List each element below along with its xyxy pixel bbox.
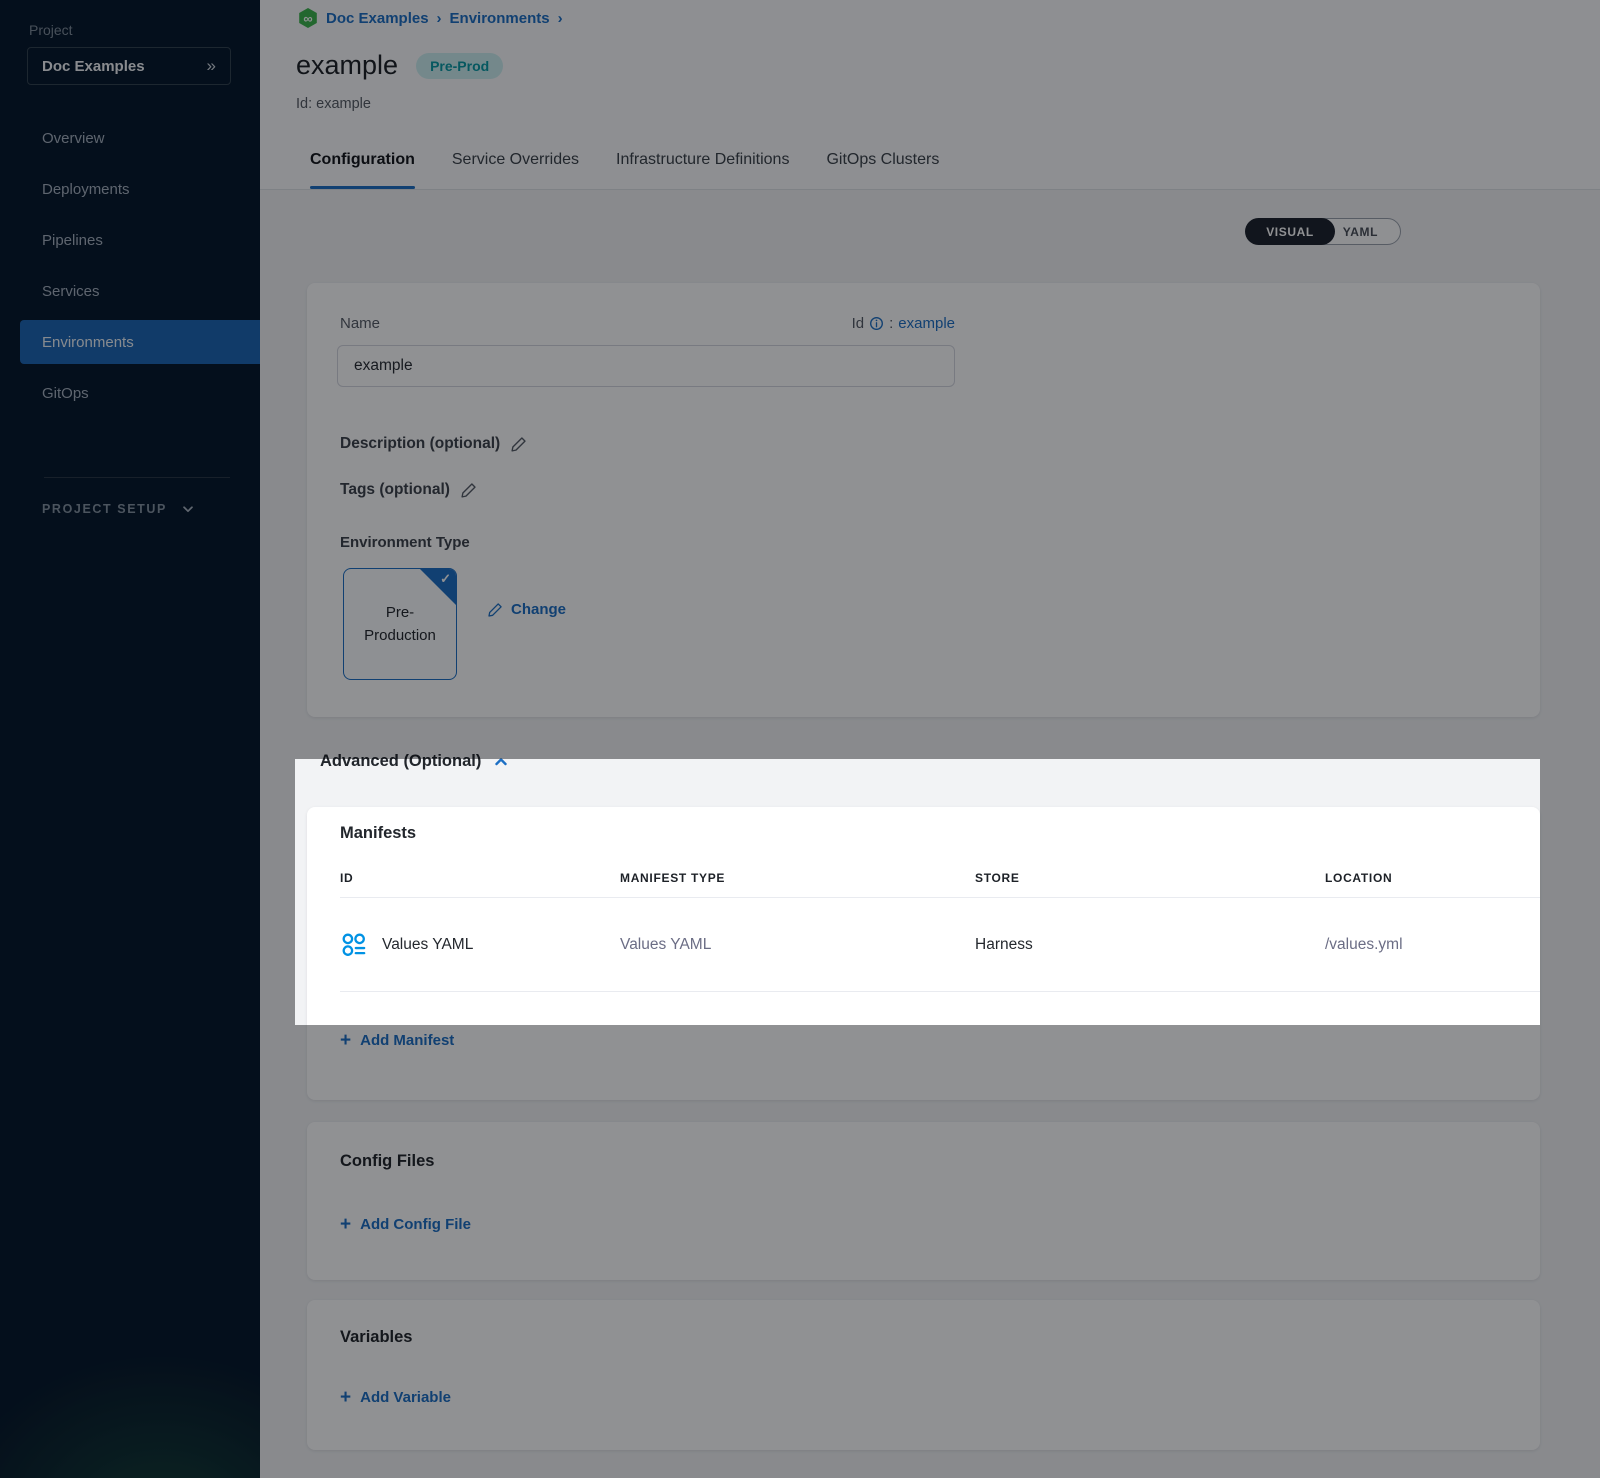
double-chevron-icon: » [207,56,216,76]
main-content: ∞ Doc Examples › Environments › example … [260,0,1600,1478]
manifest-location-value: /values.yml [1325,936,1540,954]
manifest-id-value: Values YAML [382,936,473,954]
breadcrumb-separator-icon: › [558,10,563,27]
environment-details-card: Name Id : example Description (optional)… [307,283,1540,717]
pencil-icon [460,482,477,499]
environment-type-tile[interactable]: Pre-Production ✓ [343,568,457,680]
config-files-card: Config Files + Add Config File [307,1122,1540,1280]
environment-type-value: Pre-Production [354,601,446,648]
manifests-card: Manifests ID MANIFEST TYPE STORE LOCATIO… [307,807,1540,1100]
sidebar-item-services[interactable]: Services [20,269,260,313]
sidebar-item-overview[interactable]: Overview [20,116,260,160]
manifests-title: Manifests [340,824,416,843]
check-icon: ✓ [440,571,451,587]
tab-configuration[interactable]: Configuration [310,131,415,189]
id-label: Id [852,315,865,332]
plus-icon: + [340,1031,351,1050]
manifest-table-row[interactable]: Values YAML Values YAML Harness /values.… [340,898,1540,992]
tab-service-overrides[interactable]: Service Overrides [452,131,579,189]
change-label: Change [511,601,566,618]
id-chip: Id : example [852,315,955,332]
harness-project-icon: ∞ [298,8,318,28]
tab-bar: Configuration Service Overrides Infrastr… [260,131,1600,190]
sidebar-item-environments[interactable]: Environments [20,320,260,364]
pencil-icon [510,436,527,453]
add-manifest-button[interactable]: + Add Manifest [340,1031,454,1050]
info-icon[interactable] [869,316,884,331]
change-env-type-link[interactable]: Change [487,601,566,618]
config-files-title: Config Files [340,1152,434,1171]
visual-toggle-option[interactable]: VISUAL [1245,218,1335,245]
project-setup-toggle[interactable]: PROJECT SETUP [42,502,195,516]
page-title: example [296,50,398,81]
id-colon: : [889,315,893,332]
sidebar-item-deployments[interactable]: Deployments [20,167,260,211]
breadcrumb-separator-icon: › [437,10,442,27]
plus-icon: + [340,1388,351,1407]
manifest-type-value: Values YAML [620,936,975,954]
project-label: Project [29,22,73,38]
project-setup-label: PROJECT SETUP [42,502,167,516]
id-value-link[interactable]: example [898,315,955,332]
name-row: Name Id : example [340,315,955,332]
col-store: STORE [975,871,1325,885]
sidebar-item-pipelines[interactable]: Pipelines [20,218,260,262]
advanced-section-toggle[interactable]: Advanced (Optional) [320,752,509,771]
tags-edit[interactable]: Tags (optional) [340,481,477,499]
name-input[interactable] [337,345,955,387]
breadcrumb: ∞ Doc Examples › Environments › [298,8,563,28]
plus-icon: + [340,1215,351,1234]
tags-label: Tags (optional) [340,481,450,499]
sidebar-item-gitops[interactable]: GitOps [20,371,260,415]
variables-title: Variables [340,1328,412,1347]
chevron-up-icon [493,754,509,770]
sidebar: Project Doc Examples » Overview Deployme… [0,0,260,1478]
sidebar-nav: Overview Deployments Pipelines Services … [0,109,260,422]
add-variable-button[interactable]: + Add Variable [340,1388,451,1407]
page-header: ∞ Doc Examples › Environments › example … [260,0,1600,131]
entity-id-line: Id: example [296,96,371,112]
description-edit[interactable]: Description (optional) [340,435,527,453]
breadcrumb-project-link[interactable]: Doc Examples [326,10,429,27]
project-selector[interactable]: Doc Examples » [27,47,231,85]
manifest-store-value: Harness [975,936,1325,954]
add-config-file-label: Add Config File [360,1216,471,1233]
content-area: YAML VISUAL Name Id : example Descriptio… [260,190,1600,1478]
col-manifest-type: MANIFEST TYPE [620,871,975,885]
values-yaml-manifest-icon [340,931,368,959]
add-manifest-label: Add Manifest [360,1032,454,1049]
advanced-section-label: Advanced (Optional) [320,752,481,771]
variables-card: Variables + Add Variable [307,1300,1540,1450]
visual-yaml-toggle[interactable]: YAML VISUAL [1245,218,1401,245]
add-config-file-button[interactable]: + Add Config File [340,1215,471,1234]
pencil-icon [487,602,503,618]
col-id: ID [340,871,620,885]
tab-gitops-clusters[interactable]: GitOps Clusters [826,131,939,189]
manifests-table-header: ID MANIFEST TYPE STORE LOCATION [340,859,1507,897]
chevron-down-icon [181,502,195,516]
col-location: LOCATION [1325,871,1507,885]
env-type-badge: Pre-Prod [416,53,503,79]
project-selector-value: Doc Examples [42,58,145,75]
environment-type-label: Environment Type [340,534,470,551]
description-label: Description (optional) [340,435,500,453]
sidebar-divider [44,477,230,478]
add-variable-label: Add Variable [360,1389,451,1406]
title-row: example Pre-Prod [296,50,503,81]
tab-infrastructure-definitions[interactable]: Infrastructure Definitions [616,131,789,189]
name-label: Name [340,315,380,332]
breadcrumb-environments-link[interactable]: Environments [450,10,550,27]
